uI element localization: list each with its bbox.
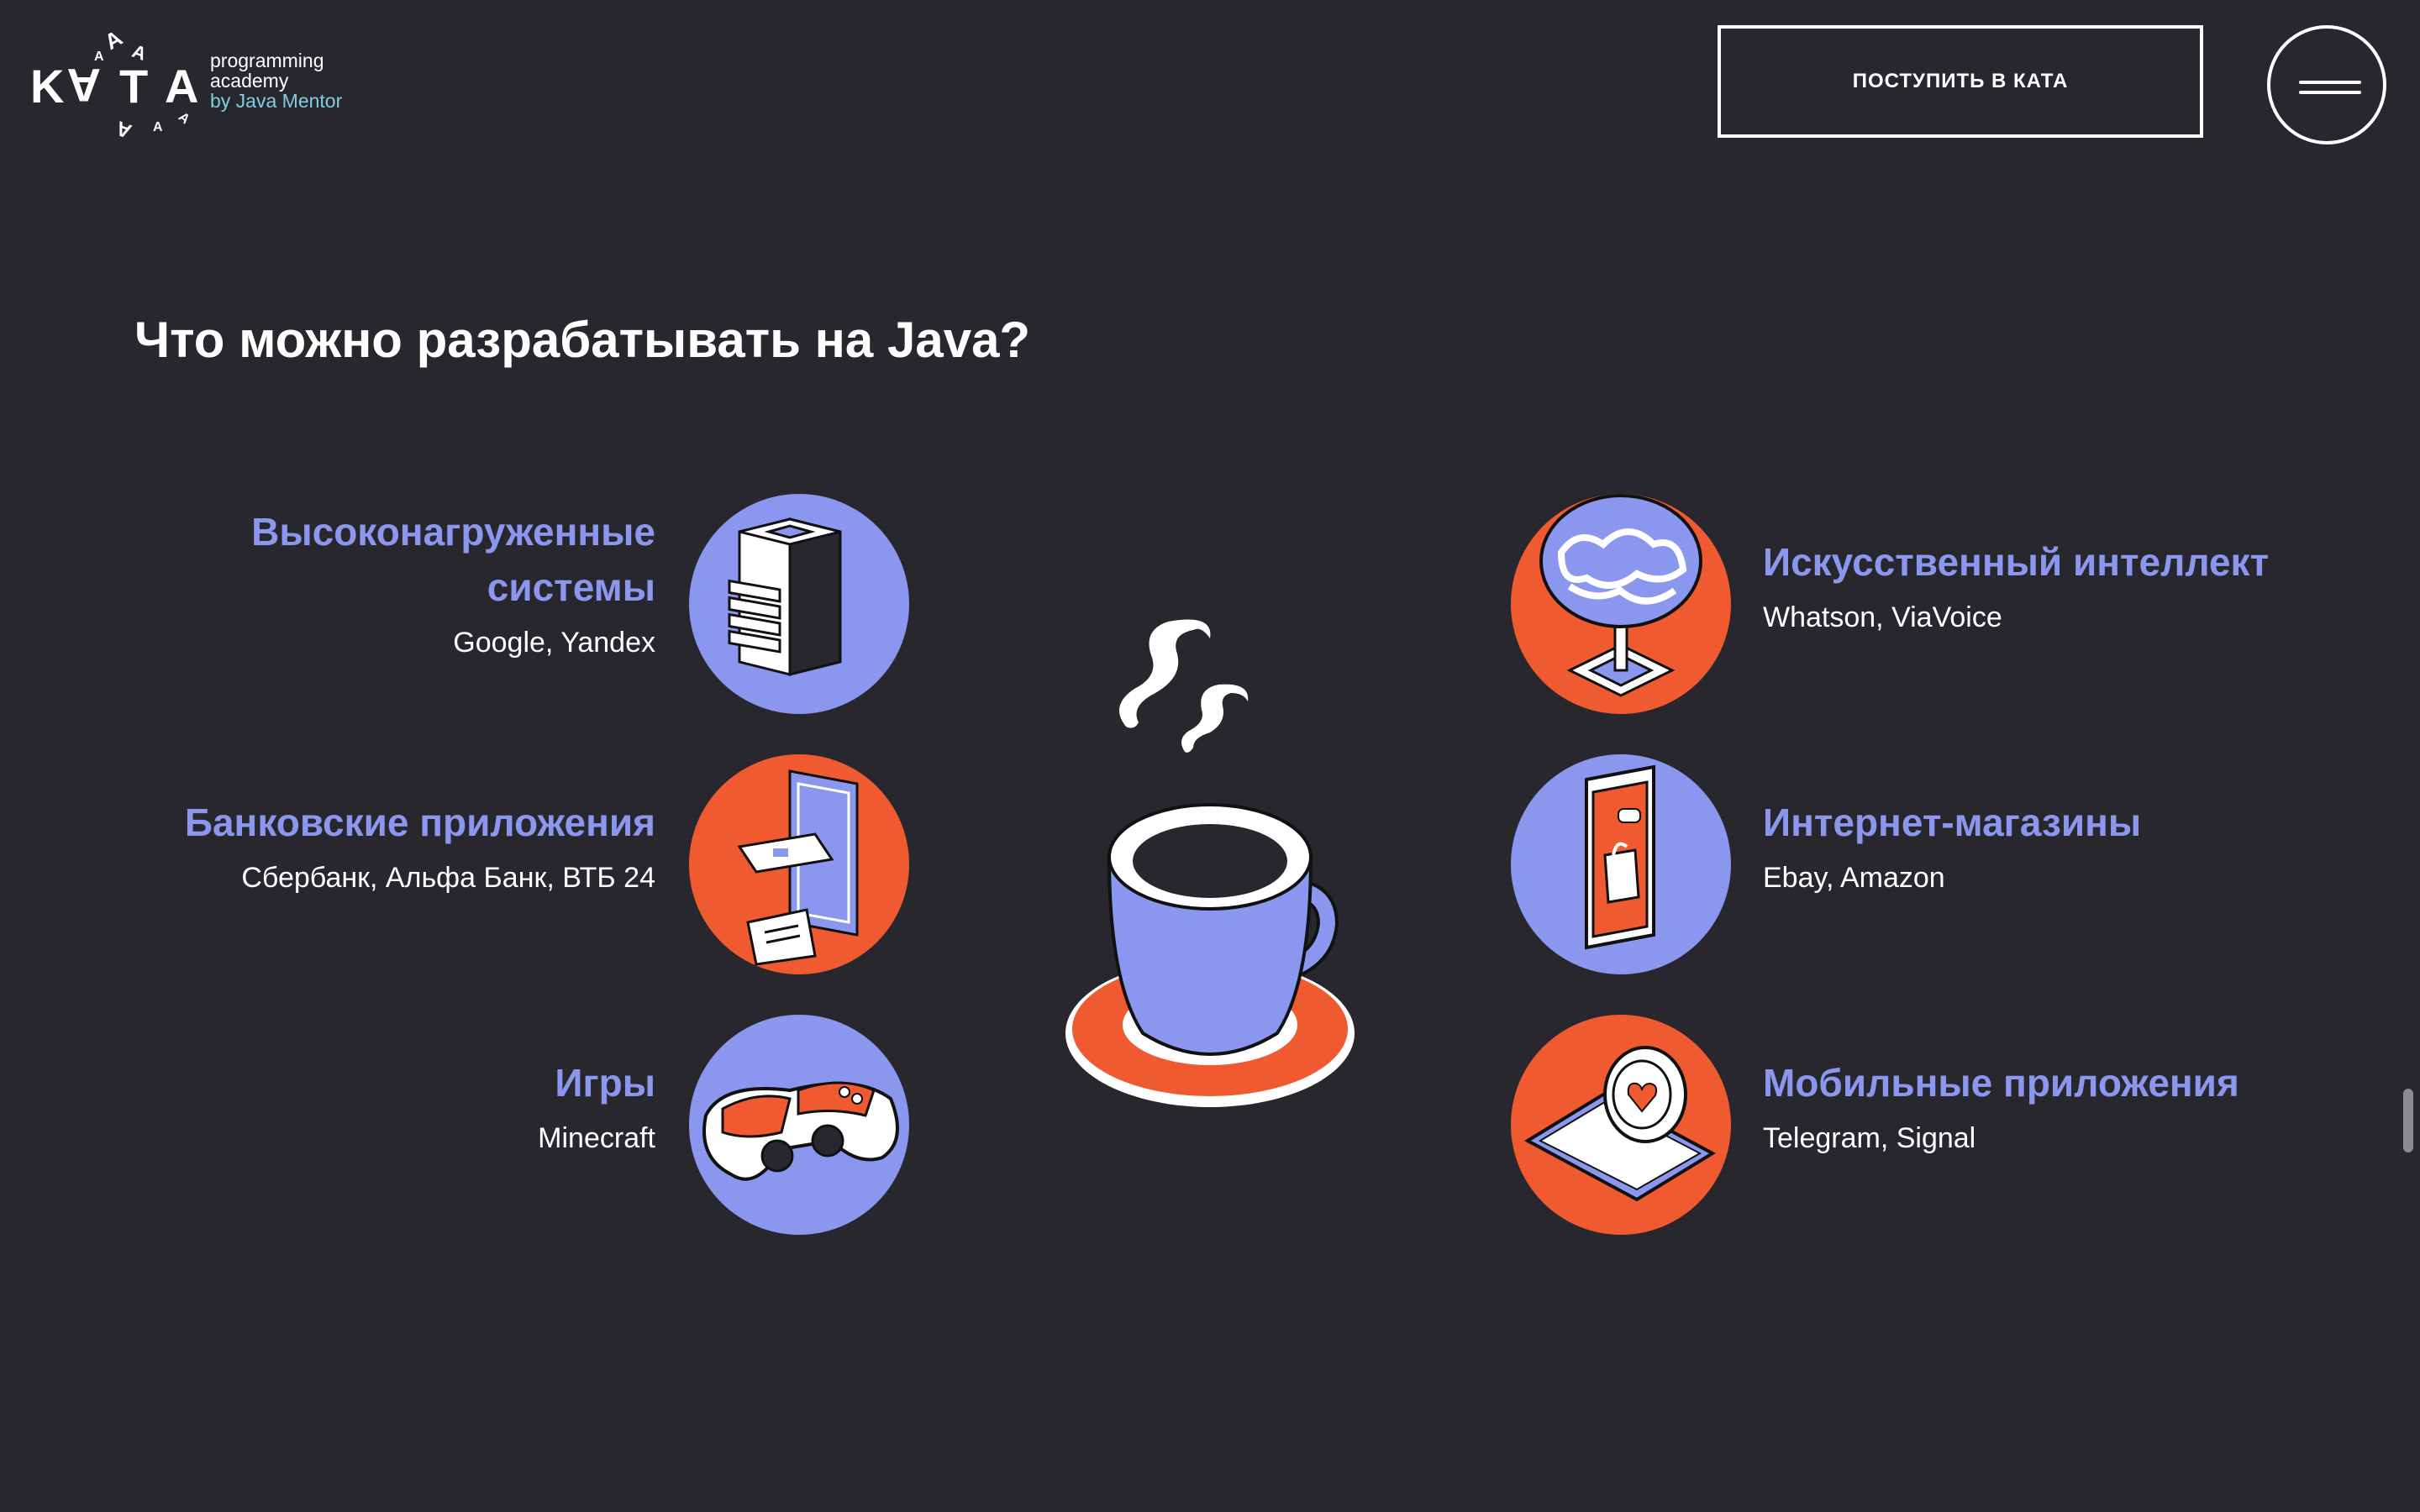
svg-text:K: K	[30, 60, 64, 113]
item-games: Игры Minecraft	[538, 1055, 655, 1159]
item-mobile: Мобильные приложения Telegram, Signal	[1763, 1055, 2239, 1159]
item-title: Мобильные приложения	[1763, 1061, 2239, 1105]
item-examples: Ebay, Amazon	[1763, 862, 1945, 894]
item-ai: Искусственный интеллект Whatson, ViaVoic…	[1763, 534, 2269, 638]
banking-phone-icon	[689, 754, 909, 974]
menu-button[interactable]	[2267, 25, 2386, 144]
item-shops: Интернет-магазины Ebay, Amazon	[1763, 795, 2141, 899]
logo-line-academy: academy	[210, 70, 289, 92]
kata-logo[interactable]: K A T A A A A A A A programming academy …	[30, 25, 366, 143]
brain-icon	[1511, 494, 1731, 714]
item-title: Интернет-магазины	[1763, 801, 2142, 844]
svg-text:A: A	[100, 25, 126, 55]
item-examples: Telegram, Signal	[1763, 1122, 1976, 1154]
svg-text:T: T	[119, 60, 148, 113]
item-examples: Minecraft	[538, 1122, 655, 1154]
item-banking: Банковские приложения Сбербанк, Альфа Ба…	[185, 795, 655, 899]
svg-text:A: A	[165, 60, 198, 113]
hamburger-icon	[2299, 81, 2361, 84]
hamburger-icon-bar	[2299, 91, 2361, 94]
section-title: Что можно разрабатывать на Java?	[134, 312, 1031, 368]
item-examples: Whatson, ViaVoice	[1763, 601, 2002, 633]
item-highload: Высоконагруженные системы Google, Yandex	[251, 504, 655, 664]
item-title: Искусственный интеллект	[1763, 540, 2270, 584]
logo-line-programming: programming	[210, 50, 324, 71]
shop-phone-icon	[1511, 754, 1731, 974]
logo-line-by-java-mentor: by Java Mentor	[210, 90, 343, 112]
mobile-chat-icon	[1511, 1015, 1731, 1235]
coffee-cup-icon	[1065, 619, 1355, 1107]
item-title: Банковские приложения	[184, 801, 655, 844]
kata-logo-mark: K A T A A A A A A A	[30, 25, 198, 143]
svg-text:A: A	[153, 120, 163, 134]
item-examples: Сбербанк, Альфа Банк, ВТБ 24	[241, 862, 655, 894]
svg-text:A: A	[94, 50, 104, 64]
item-examples: Google, Yandex	[453, 627, 655, 659]
enroll-button[interactable]: ПОСТУПИТЬ В КАТА	[1718, 25, 2203, 138]
scrollbar-thumb[interactable]	[2403, 1089, 2413, 1152]
item-title: Высоконагруженные	[251, 510, 655, 554]
server-icon	[689, 494, 909, 714]
item-title: Игры	[555, 1061, 655, 1105]
item-title-line2: системы	[487, 565, 655, 609]
svg-text:A: A	[67, 59, 101, 112]
gamepad-icon	[689, 1015, 909, 1235]
svg-text:A: A	[113, 116, 135, 142]
